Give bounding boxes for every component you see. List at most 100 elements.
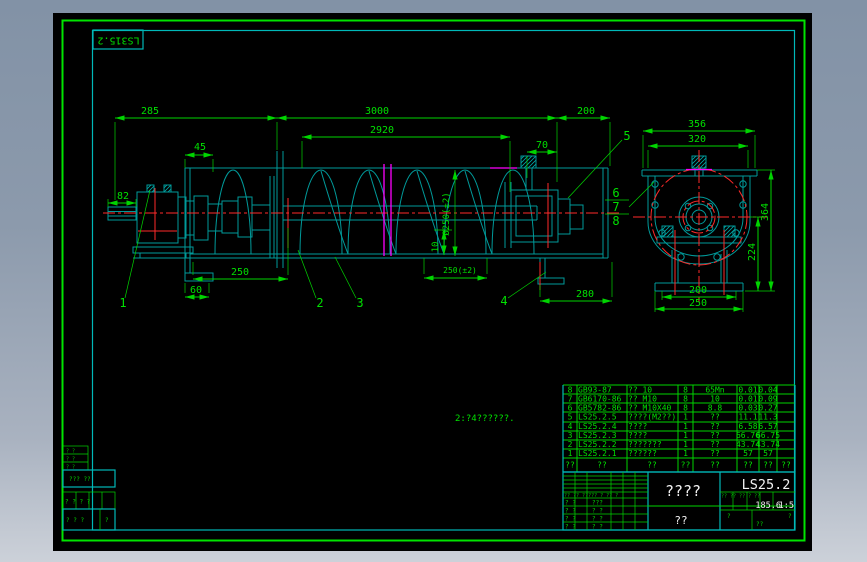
svg-text:??????: ??????	[628, 449, 657, 458]
svg-text:57: 57	[763, 449, 773, 458]
svg-text:6: 6	[568, 404, 573, 413]
svg-text:? ?: ? ?	[592, 516, 603, 523]
corner-drawing-number: LS315.2	[97, 35, 139, 46]
drawing-sheet-background	[53, 13, 812, 551]
svg-text:?: ?	[105, 517, 109, 524]
dim-250-end: 250	[689, 298, 707, 309]
dim-280: 280	[576, 289, 594, 300]
cad-application-canvas: LS315.2 285 3000 200 2920 45 70 82 250 6…	[0, 0, 867, 562]
svg-text:??: ??	[743, 461, 753, 470]
dim-250: 250	[231, 267, 249, 278]
drawing-weight: 185.6	[755, 501, 781, 511]
svg-text:8: 8	[568, 386, 573, 395]
revision-header: ?? ?? ????? ? ?? ?	[564, 493, 618, 499]
svg-text:??: ??	[710, 461, 720, 470]
svg-text:? ?: ? ?	[565, 500, 576, 507]
svg-text:?: ?	[788, 513, 792, 520]
svg-text:GB5782-86: GB5782-86	[578, 404, 622, 413]
svg-text:? ?: ? ?	[66, 457, 75, 463]
svg-text:LS25.2.2: LS25.2.2	[578, 440, 617, 449]
dim-10: 10	[431, 242, 441, 253]
dim-60: 60	[190, 285, 202, 296]
dim-70: 70	[536, 140, 548, 151]
svg-text:LS25.2.5: LS25.2.5	[578, 413, 617, 422]
dim-320: 320	[688, 134, 706, 145]
svg-text:0.04: 0.04	[758, 386, 777, 395]
dim-356: 356	[688, 119, 706, 130]
balloon-1: 1	[119, 296, 126, 310]
dim-screw-diameter: Ø250(±2)	[441, 192, 452, 235]
svg-text:????(M2??): ????(M2??)	[628, 413, 676, 422]
svg-text:3: 3	[568, 431, 573, 440]
drawing-title: ????	[665, 482, 701, 500]
drawing-scale: 1:5	[779, 501, 794, 511]
dim-45: 45	[194, 142, 206, 153]
svg-text:??: ??	[710, 449, 720, 458]
svg-text:LS25.2.4: LS25.2.4	[578, 422, 617, 431]
svg-text:??: ??	[565, 461, 575, 470]
svg-text:GB6170-86: GB6170-86	[578, 395, 622, 404]
svg-text:??? ??: ??? ??	[69, 476, 91, 483]
svg-text:43.74: 43.74	[756, 440, 780, 449]
svg-text:0.09: 0.09	[758, 395, 777, 404]
svg-text:?? M10X40: ?? M10X40	[628, 404, 672, 413]
svg-text:0.03: 0.03	[738, 404, 757, 413]
svg-text:??: ??	[597, 461, 607, 470]
dim-224: 224	[747, 243, 758, 261]
dim-285: 285	[141, 106, 159, 117]
svg-text:? ? ? ?: ? ? ? ?	[65, 499, 91, 506]
svg-text:?: ?	[727, 513, 731, 520]
svg-text:LS25.2.3: LS25.2.3	[578, 431, 617, 440]
svg-text:??: ??	[756, 521, 764, 528]
svg-text:??: ??	[710, 422, 720, 431]
svg-text:GB93-87: GB93-87	[578, 386, 612, 395]
svg-text:6.58: 6.58	[738, 422, 757, 431]
svg-text:65Mn: 65Mn	[705, 386, 724, 395]
svg-text:???: ???	[592, 500, 603, 507]
svg-text:??: ??	[781, 461, 791, 470]
svg-text:??: ??	[710, 431, 720, 440]
balloon-5: 5	[623, 129, 630, 143]
svg-text:1: 1	[568, 449, 573, 458]
svg-text:8: 8	[683, 395, 688, 404]
dim-pitch: 250(±2)	[443, 266, 477, 275]
svg-text:8.8: 8.8	[708, 404, 723, 413]
svg-text:1: 1	[683, 431, 688, 440]
svg-text:6.57: 6.57	[758, 422, 777, 431]
svg-text:11.1: 11.1	[738, 413, 757, 422]
drawing-subtitle: ??	[674, 514, 687, 527]
svg-text:11.3: 11.3	[758, 413, 777, 422]
svg-text:? ?: ? ?	[565, 524, 576, 531]
dim-2920: 2920	[370, 125, 394, 136]
table-row: 5 LS25.2.5 ????(M2??) 1?? 11.1 11.3	[568, 413, 778, 422]
svg-text:0.01: 0.01	[738, 395, 757, 404]
svg-text:? ?: ? ?	[565, 516, 576, 523]
svg-text:LS25.2.1: LS25.2.1	[578, 449, 617, 458]
svg-text:1: 1	[683, 413, 688, 422]
svg-text:2: 2	[568, 440, 573, 449]
cad-drawing: LS315.2 285 3000 200 2920 45 70 82 250 6…	[53, 13, 812, 551]
balloon-2: 2	[316, 296, 323, 310]
svg-text:1: 1	[683, 440, 688, 449]
dim-3000: 3000	[365, 106, 389, 117]
balloon-6: 6	[612, 186, 619, 200]
svg-text:1: 1	[683, 449, 688, 458]
svg-text:??: ??	[710, 440, 720, 449]
balloon-3: 3	[356, 296, 363, 310]
svg-text:8: 8	[683, 404, 688, 413]
dim-200-end: 200	[689, 285, 707, 296]
svg-text:8: 8	[683, 386, 688, 395]
svg-text:66.75: 66.75	[756, 431, 780, 440]
svg-text:? ?: ? ?	[565, 508, 576, 515]
svg-text:? ? ?: ? ? ?	[66, 517, 84, 524]
svg-text:????: ????	[628, 422, 647, 431]
drawing-note: 2:?4??????.	[455, 414, 515, 424]
svg-text:5: 5	[568, 413, 573, 422]
svg-text:7: 7	[568, 395, 573, 404]
svg-text:????: ????	[628, 431, 647, 440]
balloon-4: 4	[500, 294, 507, 308]
dim-364: 364	[760, 203, 771, 221]
svg-text:??: ??	[681, 461, 691, 470]
dim-82: 82	[117, 191, 129, 202]
dim-200: 200	[577, 106, 595, 117]
